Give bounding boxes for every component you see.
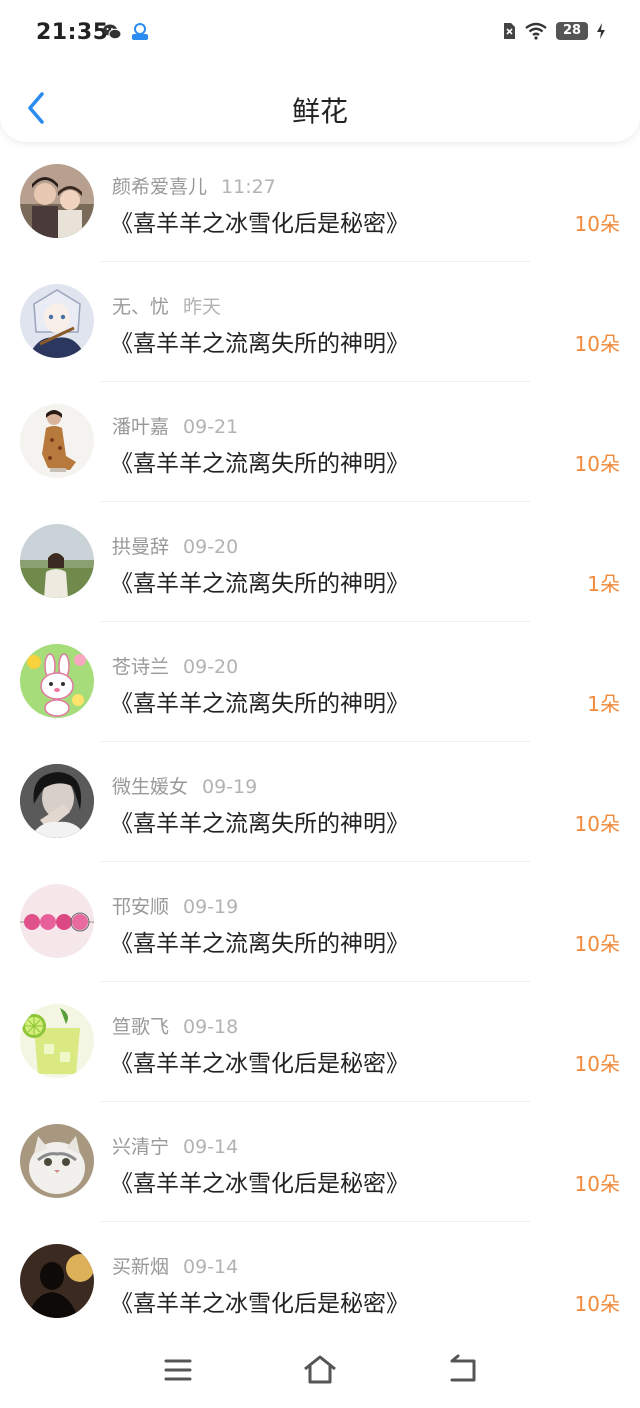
flower-count: 10朵 (574, 1052, 620, 1076)
book-title: 《喜羊羊之流离失所的神明》 (110, 691, 409, 717)
sender-name: 笪歌飞 (112, 1016, 170, 1038)
avatar[interactable] (20, 1004, 94, 1078)
status-bar: 21:35 28 (0, 0, 640, 64)
avatar[interactable] (20, 764, 94, 838)
list-item[interactable]: 颜希爱喜儿 11:27 《喜羊羊之冰雪化后是秘密》 10朵 (0, 142, 640, 262)
status-time: 21:35 (36, 20, 109, 45)
list-item[interactable]: 微生媛女 09-19 《喜羊羊之流离失所的神明》 10朵 (0, 742, 640, 862)
sent-time: 09-19 (183, 896, 239, 918)
book-title: 《喜羊羊之流离失所的神明》 (110, 811, 409, 837)
flower-count: 10朵 (574, 332, 620, 356)
flower-count: 10朵 (574, 212, 620, 236)
nav-bar: 鲜花 (0, 72, 640, 142)
avatar[interactable] (20, 644, 94, 718)
sent-time: 09-14 (183, 1256, 239, 1278)
sender-name: 潘叶嘉 (112, 416, 170, 438)
status-left-icons (102, 22, 150, 42)
page-title: 鲜花 (291, 95, 348, 128)
sent-time: 09-21 (183, 416, 239, 438)
sent-time: 昨天 (183, 296, 222, 318)
sent-time: 09-14 (183, 1136, 239, 1158)
sent-time: 11:27 (221, 176, 276, 198)
system-nav-bar (0, 1340, 640, 1408)
sender-name: 无、忧 (112, 296, 170, 318)
list-item[interactable]: 笪歌飞 09-18 《喜羊羊之冰雪化后是秘密》 10朵 (0, 982, 640, 1102)
sent-time: 09-18 (183, 1016, 239, 1038)
battery-indicator: 28 (556, 22, 588, 40)
list-item[interactable]: 潘叶嘉 09-21 《喜羊羊之流离失所的神明》 10朵 (0, 382, 640, 502)
sender-name: 邗安顺 (112, 896, 170, 918)
book-title: 《喜羊羊之流离失所的神明》 (110, 331, 409, 357)
item-meta: 潘叶嘉 09-21 (112, 412, 238, 439)
sender-name: 微生媛女 (112, 776, 189, 798)
item-meta: 兴清宁 09-14 (112, 1132, 238, 1159)
item-meta: 拱曼辞 09-20 (112, 532, 238, 559)
list-item[interactable]: 苍诗兰 09-20 《喜羊羊之流离失所的神明》 1朵 (0, 622, 640, 742)
avatar[interactable] (20, 164, 94, 238)
list-item[interactable]: 兴清宁 09-14 《喜羊羊之冰雪化后是秘密》 10朵 (0, 1102, 640, 1222)
list-item[interactable]: 无、忧 昨天《喜羊羊之流离失所的神明》 10朵 (0, 262, 640, 382)
avatar[interactable] (20, 1124, 94, 1198)
wechat-icon (103, 24, 122, 40)
list-item[interactable]: 买新烟 09-14 《喜羊羊之冰雪化后是秘密》 10朵 (0, 1222, 640, 1342)
status-right: 28 (502, 22, 606, 40)
gift-list: 颜希爱喜儿 11:27 《喜羊羊之冰雪化后是秘密》 10朵 无、忧 昨天 《喜羊羊之流离失所… (0, 142, 640, 1342)
flower-count: 10朵 (574, 932, 620, 956)
avatar[interactable] (20, 284, 94, 358)
wifi-icon (525, 22, 547, 40)
flower-count: 10朵 (574, 812, 620, 836)
avatar[interactable] (20, 404, 94, 478)
book-title: 《喜羊羊之冰雪化后是秘密》 (110, 211, 409, 237)
app-badge-icon (132, 23, 148, 40)
book-title: 《喜羊羊之流离失所的神明》 (110, 931, 409, 957)
flower-count: 10朵 (574, 452, 620, 476)
menu-icon[interactable] (158, 1352, 198, 1388)
flower-count: 1朵 (587, 692, 620, 716)
list-item[interactable]: 邗安顺 09-19 《喜羊羊之流离失所的神明》 10朵 (0, 862, 640, 982)
item-meta: 苍诗兰 09-20 (112, 652, 238, 679)
sent-time: 09-19 (202, 776, 258, 798)
book-title: 《喜羊羊之冰雪化后是秘密》 (110, 1171, 409, 1197)
sender-name: 拱曼辞 (112, 536, 170, 558)
flower-count: 1朵 (587, 572, 620, 596)
list-item[interactable]: 拱曼辞 09-20 《喜羊羊之流离失所的神明》 1朵 (0, 502, 640, 622)
header: 21:35 28 鲜花 (0, 0, 640, 142)
flower-count: 10朵 (574, 1172, 620, 1196)
item-meta: 颜希爱喜儿 11:27 (112, 172, 276, 199)
sim-off-icon (504, 23, 515, 39)
sender-name: 买新烟 (112, 1256, 170, 1278)
flower-count: 10朵 (574, 1292, 620, 1316)
avatar[interactable] (20, 884, 94, 958)
item-meta: 笪歌飞 09-18 (112, 1012, 238, 1039)
sent-time: 09-20 (183, 656, 239, 678)
home-icon[interactable] (300, 1352, 340, 1388)
book-title: 《喜羊羊之流离失所的神明》 (110, 571, 409, 597)
sender-name: 苍诗兰 (112, 656, 170, 678)
back-icon[interactable] (442, 1352, 482, 1388)
book-title: 《喜羊羊之冰雪化后是秘密》 (110, 1051, 409, 1077)
sender-name: 兴清宁 (112, 1136, 170, 1158)
book-title: 《喜羊羊之流离失所的神明》 (110, 451, 409, 477)
item-meta: 无、忧 昨天 (112, 292, 221, 319)
item-meta: 邗安顺 09-19 (112, 892, 238, 919)
sender-name: 颜希爱喜儿 (112, 176, 208, 198)
book-title: 《喜羊羊之冰雪化后是秘密》 (110, 1291, 409, 1317)
avatar[interactable] (20, 524, 94, 598)
charging-icon (597, 23, 605, 39)
sent-time: 09-20 (183, 536, 239, 558)
item-meta: 微生媛女 09-19 (112, 772, 257, 799)
item-meta: 买新烟 09-14 (112, 1252, 238, 1279)
avatar[interactable] (20, 1244, 94, 1318)
